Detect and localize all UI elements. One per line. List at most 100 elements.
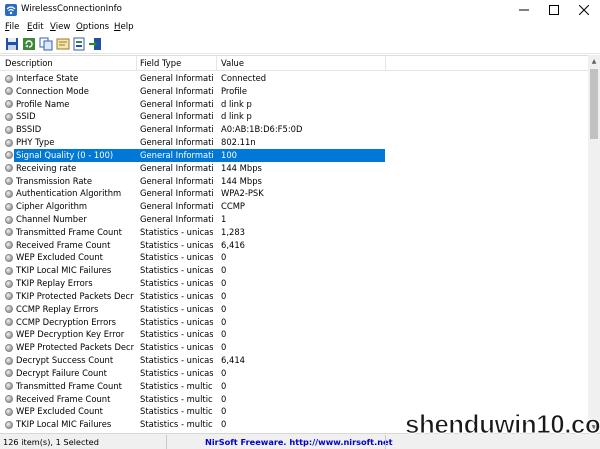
table-row[interactable]: TKIP Local MIC Failures Statistics - unic… <box>0 264 588 277</box>
row-bullet-icon <box>5 100 13 109</box>
table-row[interactable]: Authentication Algorithm General Informat… <box>0 187 588 200</box>
table-row[interactable]: Connection Mode General Information Profil… <box>0 85 588 98</box>
table-row[interactable]: Cipher Algorithm General Information CCMP <box>0 200 588 213</box>
row-bullet-icon <box>5 395 13 403</box>
row-bullet-icon <box>5 241 13 250</box>
cell-description: Authentication Algorithm <box>16 188 122 199</box>
table-row[interactable]: SSID General Information d link p <box>0 110 588 123</box>
save-icon[interactable] <box>5 37 19 51</box>
table-row[interactable]: WEP Excluded Count Statistics - unicast .… <box>0 251 588 264</box>
row-bullet-icon <box>5 266 13 275</box>
row-bullet-icon <box>5 112 13 121</box>
close-icon <box>579 5 589 15</box>
column-divider[interactable] <box>136 56 137 71</box>
cell-value: A0:AB:1B:D6:F5:0D <box>221 124 303 135</box>
menu-view[interactable]: View <box>50 22 70 32</box>
table-row[interactable]: Received Frame Count Statistics - multica… <box>0 393 588 406</box>
table-row[interactable]: BSSID General Information A0:AB:1B:D6:F5:0… <box>0 123 588 136</box>
cell-value: 0 <box>221 367 227 378</box>
row-bullet-icon <box>5 343 13 352</box>
exit-icon[interactable] <box>88 37 102 51</box>
table-row[interactable]: Transmitted Frame Count Statistics - mult… <box>0 380 588 393</box>
column-header-value[interactable]: Value <box>221 58 244 68</box>
refresh-icon[interactable] <box>22 37 36 51</box>
cell-description: CCMP Decryption Errors <box>16 316 117 327</box>
cell-description: TKIP Local MIC Failures <box>16 419 112 430</box>
table-row[interactable]: WEP Decryption Key Error Statistics - uni… <box>0 328 588 341</box>
minimize-button[interactable] <box>509 0 539 20</box>
menu-help[interactable]: Help <box>114 22 134 32</box>
scroll-up-arrow-icon[interactable]: ▲ <box>588 55 600 67</box>
status-divider <box>166 435 167 449</box>
column-divider[interactable] <box>385 56 386 71</box>
row-bullet-icon <box>5 420 13 429</box>
cell-value: 0 <box>221 342 227 353</box>
row-bullet-icon <box>5 382 13 391</box>
column-header-description[interactable]: Description <box>5 58 53 68</box>
cell-description: WEP Excluded Count <box>16 252 103 263</box>
table-row[interactable]: Decrypt Success Count Statistics - unicas… <box>0 354 588 367</box>
menu-file[interactable]: File <box>5 22 19 32</box>
cell-field-type: General Information <box>140 188 213 199</box>
menu-edit[interactable]: Edit <box>27 22 44 32</box>
html-report-icon[interactable] <box>72 37 86 51</box>
row-bullet-icon <box>5 164 13 173</box>
nirsoft-link[interactable]: NirSoft Freeware. http://www.nirsoft.net <box>205 437 393 447</box>
close-button[interactable] <box>569 0 599 20</box>
row-bullet-icon <box>5 253 13 262</box>
cell-value: 0 <box>221 265 227 276</box>
menu-options[interactable]: Options <box>76 22 109 32</box>
table-row[interactable]: Channel Number General Information 1 <box>0 213 588 226</box>
table-row[interactable]: Transmission Rate General Information 144 … <box>0 175 588 188</box>
table-row[interactable]: CCMP Decryption Errors Statistics - unica… <box>0 316 588 329</box>
cell-value: d link p <box>221 98 252 109</box>
cell-description: TKIP Local MIC Failures <box>16 265 112 276</box>
table-row[interactable]: Receiving rate General Information 144 Mbp… <box>0 162 588 175</box>
table-row[interactable]: Decrypt Failure Count Statistics - unicas… <box>0 367 588 380</box>
menu-help-rest: elp <box>120 22 134 32</box>
table-row[interactable]: WEP Protected Packets Decrypt... Statisti… <box>0 341 588 354</box>
table-row[interactable]: Received Frame Count Statistics - unicast… <box>0 239 588 252</box>
cell-field-type: Statistics - unicast ... <box>140 265 213 276</box>
column-divider[interactable] <box>216 56 217 71</box>
menu-file-rest: ile <box>9 22 20 32</box>
table-row[interactable]: Interface State General Information Connec… <box>0 72 588 85</box>
cell-value: 0 <box>221 316 227 327</box>
cell-description: WEP Excluded Count <box>16 406 103 417</box>
column-header-field-type[interactable]: Field Type <box>140 58 181 68</box>
table-row[interactable]: TKIP Replay Errors Statistics - unicast .… <box>0 277 588 290</box>
table-row[interactable]: Transmitted Frame Count Statistics - unic… <box>0 226 588 239</box>
table-row[interactable]: CCMP Replay Errors Statistics - unicast .… <box>0 303 588 316</box>
cell-description: Profile Name <box>16 98 70 109</box>
cell-field-type: Statistics - unicast ... <box>140 239 213 250</box>
scrollbar-thumb[interactable] <box>590 69 598 139</box>
results-list-view[interactable]: Description Field Type Value Interface S… <box>0 55 588 433</box>
cell-field-type: Statistics - multica... <box>140 419 213 430</box>
table-row[interactable]: PHY Type General Information 802.11n <box>0 136 588 149</box>
row-bullet-icon <box>5 228 13 237</box>
cell-value: 144 Mbps <box>221 162 262 173</box>
cell-value: 0 <box>221 303 227 314</box>
copy-icon[interactable] <box>39 37 53 51</box>
maximize-button[interactable] <box>539 0 569 20</box>
table-row[interactable]: Profile Name General Information d link p <box>0 98 588 111</box>
row-bullet-icon <box>5 318 13 327</box>
vertical-scrollbar[interactable]: ▲ ▼ <box>588 55 600 433</box>
cell-value: 0 <box>221 393 227 404</box>
title-bar: WirelessConnectionInfo <box>0 0 600 20</box>
cell-field-type: General Information <box>140 175 213 186</box>
cell-field-type: Statistics - multica... <box>140 406 213 417</box>
cell-description: SSID <box>16 111 36 122</box>
row-bullet-icon <box>5 125 13 134</box>
cell-field-type: Statistics - multica... <box>140 393 213 404</box>
table-row[interactable]: Signal Quality (0 - 100) General Informat… <box>0 148 588 162</box>
cell-description: Received Frame Count <box>16 239 111 250</box>
cell-description: WEP Protected Packets Decrypt... <box>16 342 134 353</box>
table-row[interactable]: TKIP Protected Packets Decrypt... Statist… <box>0 290 588 303</box>
row-bullet-icon <box>5 189 13 198</box>
row-bullet-icon <box>5 215 13 224</box>
cell-field-type: General Information <box>140 85 213 96</box>
cell-description: Transmitted Frame Count <box>16 380 122 391</box>
cell-description: TKIP Protected Packets Decrypt... <box>16 290 134 301</box>
properties-icon[interactable] <box>56 37 70 51</box>
